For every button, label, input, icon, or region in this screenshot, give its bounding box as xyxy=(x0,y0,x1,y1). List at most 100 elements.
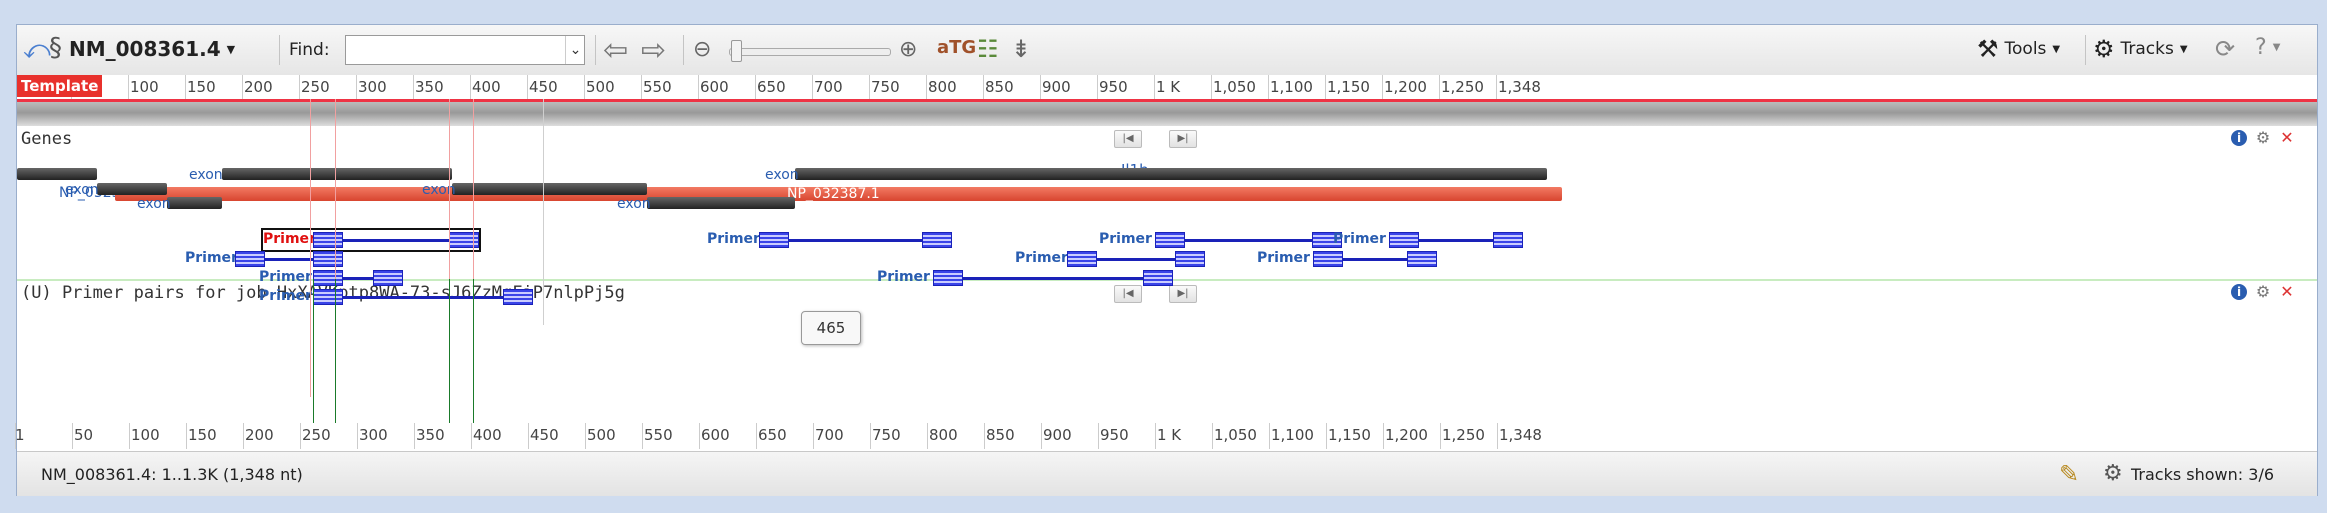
ruler-tick xyxy=(1326,423,1327,449)
ruler-tick xyxy=(1211,75,1212,101)
zoom-in-icon[interactable]: ⊕ xyxy=(899,37,917,62)
ruler-tick-label: 200 xyxy=(244,78,273,96)
ruler-tick xyxy=(1212,423,1213,449)
exon-feature[interactable] xyxy=(647,197,795,209)
ruler-tick-label: 150 xyxy=(187,78,216,96)
ruler-tick xyxy=(927,423,928,449)
reverse-primer[interactable] xyxy=(922,232,952,248)
help-menu[interactable]: ? ▼ xyxy=(2255,35,2280,60)
forward-primer[interactable] xyxy=(759,232,789,248)
ruler-tick-label: 550 xyxy=(644,426,673,444)
ruler-tick xyxy=(1268,75,1269,101)
primer-amplicon[interactable] xyxy=(933,277,1173,280)
genes-track-title: Genes xyxy=(21,129,73,149)
exon-label: exon xyxy=(65,182,99,198)
ruler-tick xyxy=(300,423,301,449)
undo-icon[interactable]: ⤺ xyxy=(23,35,51,66)
forward-primer[interactable] xyxy=(1155,232,1185,248)
find-dropdown-icon[interactable]: ⌄ xyxy=(565,36,585,64)
arrow-left-icon[interactable]: ⇦ xyxy=(603,33,628,68)
ruler-tick-label: 900 xyxy=(1042,78,1071,96)
sequence-selector[interactable]: NM_008361.4 ▼ xyxy=(69,37,235,61)
gear-icon[interactable]: ⚙ xyxy=(2255,130,2271,146)
ruler-tick-label: 600 xyxy=(700,78,729,96)
info-icon[interactable]: i xyxy=(2231,130,2247,146)
prev-primer-button[interactable]: |◀ xyxy=(1114,285,1142,303)
ruler-tick xyxy=(1269,423,1270,449)
ruler-tick-label: 1,100 xyxy=(1271,426,1314,444)
ruler-tick-label: 650 xyxy=(757,78,786,96)
reverse-primer[interactable] xyxy=(1175,251,1205,267)
exon-feature[interactable] xyxy=(17,168,97,180)
next-feature-button[interactable]: ▶| xyxy=(1169,130,1197,148)
exon-feature[interactable] xyxy=(795,168,1547,180)
forward-primer[interactable] xyxy=(1313,251,1343,267)
ruler-tick xyxy=(243,423,244,449)
ruler-tick xyxy=(1382,75,1383,101)
ruler-tick xyxy=(699,423,700,449)
ruler-tick xyxy=(870,423,871,449)
ruler-tick-label: 150 xyxy=(188,426,217,444)
ruler-tick xyxy=(813,423,814,449)
tools-menu[interactable]: ⚒ Tools ▼ xyxy=(1977,35,2060,63)
ruler-tick xyxy=(1154,75,1155,101)
gear-icon[interactable]: ⚙ xyxy=(2255,284,2271,300)
gear-icon[interactable]: ⚙ xyxy=(2103,461,2123,486)
gear-icon: ⚙ xyxy=(2093,35,2115,63)
ruler-tick-label: 250 xyxy=(301,78,330,96)
show-bases-icon[interactable]: aTG xyxy=(937,37,976,58)
ruler-tick-label: 1,050 xyxy=(1214,426,1257,444)
color-by-strand-icon[interactable]: ☷ xyxy=(977,35,999,63)
reverse-primer[interactable] xyxy=(503,289,533,305)
zoom-slider[interactable] xyxy=(729,48,891,56)
ruler-tick xyxy=(72,423,73,449)
chevron-down-icon: ▼ xyxy=(2052,43,2061,55)
zoom-out-icon[interactable]: ⊖ xyxy=(693,37,711,62)
reverse-primer[interactable] xyxy=(1407,251,1437,267)
forward-primer[interactable] xyxy=(933,270,963,286)
collapse-tracks-icon[interactable]: ⇟ xyxy=(1011,35,1031,63)
refresh-icon[interactable]: ⟳ xyxy=(2215,35,2235,63)
arrow-right-icon[interactable]: ⇨ xyxy=(641,33,666,68)
reverse-primer[interactable] xyxy=(373,270,403,286)
forward-primer[interactable] xyxy=(313,270,343,286)
tracks-shown-text: Tracks shown: 3/6 xyxy=(2131,465,2275,484)
exon-feature[interactable] xyxy=(167,197,222,209)
ruler-tick xyxy=(1041,423,1042,449)
next-primer-button[interactable]: ▶| xyxy=(1169,285,1197,303)
ruler-tick-label: 950 xyxy=(1100,426,1129,444)
exon-feature[interactable] xyxy=(452,183,647,195)
info-icon[interactable]: i xyxy=(2231,284,2247,300)
reverse-primer[interactable] xyxy=(1493,232,1523,248)
edit-icon[interactable]: ✎ xyxy=(2059,460,2079,488)
selected-primer-box xyxy=(261,228,481,252)
primer-amplicon[interactable] xyxy=(313,296,533,299)
forward-primer[interactable] xyxy=(235,251,265,267)
ruler-tick xyxy=(641,75,642,101)
find-input[interactable] xyxy=(345,35,585,65)
ruler-tick xyxy=(470,75,471,101)
reverse-primer[interactable] xyxy=(1143,270,1173,286)
sequence-id: NM_008361.4 xyxy=(69,37,221,61)
close-icon[interactable]: ✕ xyxy=(2279,130,2295,146)
exon-label: exon xyxy=(617,196,651,212)
chevron-down-icon: ▼ xyxy=(2272,42,2281,53)
zoom-slider-handle[interactable] xyxy=(731,40,742,62)
forward-primer[interactable] xyxy=(313,289,343,305)
tracks-menu[interactable]: ⚙ Tracks ▼ xyxy=(2093,35,2188,63)
ruler-tick xyxy=(812,75,813,101)
forward-primer[interactable] xyxy=(1389,232,1419,248)
ruler-tick-label: 300 xyxy=(359,426,388,444)
exon-label: exon xyxy=(189,167,223,183)
ruler-tick-label: 850 xyxy=(986,426,1015,444)
tracks-label: Tracks xyxy=(2120,39,2174,59)
forward-primer[interactable] xyxy=(1067,251,1097,267)
exon-feature[interactable] xyxy=(222,168,452,180)
exon-feature[interactable] xyxy=(97,183,167,195)
ruler-tick xyxy=(1097,75,1098,101)
close-icon[interactable]: ✕ xyxy=(2279,284,2295,300)
ruler-tick xyxy=(983,75,984,101)
reverse-primer[interactable] xyxy=(313,251,343,267)
ruler-tick xyxy=(1325,75,1326,101)
prev-feature-button[interactable]: |◀ xyxy=(1114,130,1142,148)
